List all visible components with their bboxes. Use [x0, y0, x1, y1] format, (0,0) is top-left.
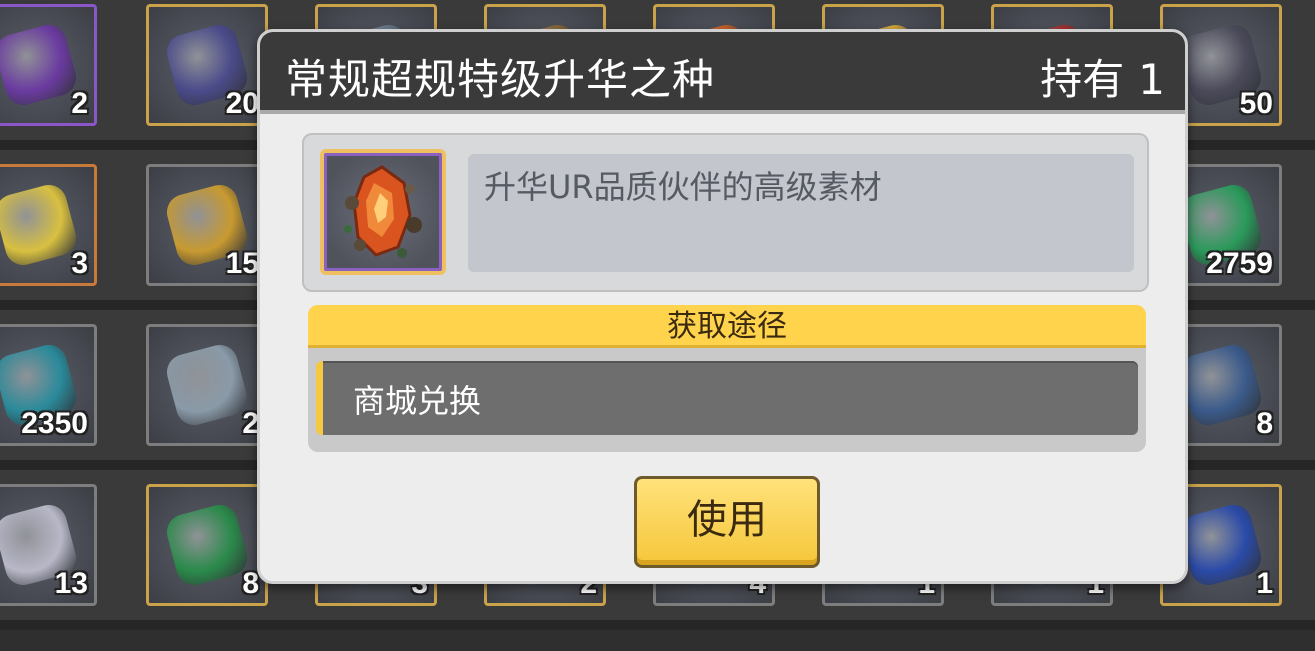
inventory-slot[interactable]: ✦13 — [0, 484, 97, 606]
acquisition-header: 获取途径 — [308, 305, 1146, 348]
acquisition-item-shop-exchange[interactable]: 商城兑换 — [316, 361, 1138, 435]
item-name: 常规超规特级升华之种 — [285, 55, 716, 104]
inventory-slot[interactable]: ✦15 — [146, 164, 268, 286]
inventory-row-divider — [0, 620, 1315, 630]
item-description: 升华UR品质伙伴的高级素材 — [484, 168, 882, 206]
item-count: 2350 — [21, 407, 88, 440]
owned-count: 1 — [1138, 55, 1165, 104]
acquisition-title: 获取途径 — [667, 309, 787, 344]
item-count: 15 — [225, 247, 259, 280]
use-button-label: 使用 — [687, 497, 767, 543]
dialog-header: 常规超规特级升华之种 持有 1 — [260, 32, 1185, 114]
item-count: 1 — [1256, 567, 1273, 600]
use-button[interactable]: 使用 — [634, 476, 820, 568]
item-count: 20 — [225, 87, 259, 120]
item-description-box: 升华UR品质伙伴的高级素材 — [468, 154, 1134, 272]
acquisition-item-label: 商城兑换 — [353, 382, 482, 420]
owned-count-display: 持有 1 — [1040, 46, 1165, 107]
item-count: 13 — [54, 567, 88, 600]
inventory-screen: ✦2✦20✦✦✦✦✦✦50✦3✦15✦✦✦✦✦✦2759✦2350✦2✦✦✦✦✦… — [0, 0, 1315, 651]
orange-crystal-seed-icon — [344, 165, 422, 258]
item-detail-dialog: 常规超规特级升华之种 持有 1 ✦ — [257, 29, 1188, 584]
inventory-slot[interactable]: ✦3 — [0, 164, 97, 286]
item-count: 50 — [1239, 87, 1273, 120]
item-count: 3 — [71, 247, 88, 280]
item-count: 2759 — [1206, 247, 1273, 280]
inventory-slot[interactable]: ✦8 — [146, 484, 268, 606]
inventory-slot[interactable]: ✦2 — [0, 4, 97, 126]
item-count: 8 — [242, 567, 259, 600]
item-info-panel: ✦ 升华UR品质伙伴的高级素材 — [302, 133, 1149, 292]
inventory-slot[interactable]: ✦2 — [146, 324, 268, 446]
item-count: 2 — [71, 87, 88, 120]
inventory-slot[interactable]: ✦2350 — [0, 324, 97, 446]
item-count: 8 — [1256, 407, 1273, 440]
item-icon-frame: ✦ — [320, 149, 446, 275]
inventory-slot[interactable]: ✦20 — [146, 4, 268, 126]
acquisition-panel: 获取途径 商城兑换 — [308, 305, 1146, 452]
owned-label: 持有 — [1040, 55, 1125, 104]
